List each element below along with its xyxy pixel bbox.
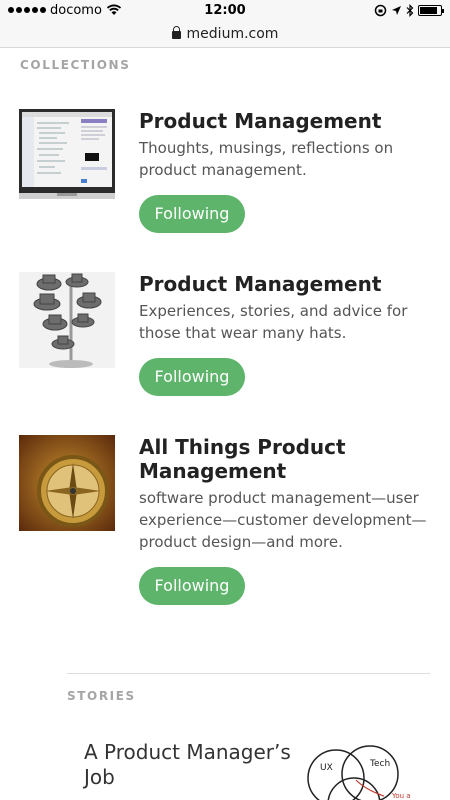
signal-strength-icon: [8, 7, 46, 13]
carrier-name: docomo: [50, 2, 102, 18]
following-button[interactable]: Following: [139, 195, 245, 233]
venn-label-tech: Tech: [369, 759, 390, 769]
wifi-icon: [106, 4, 122, 15]
bluetooth-icon: [406, 3, 414, 17]
collection-title[interactable]: All Things Product Management: [139, 435, 429, 483]
compass-image[interactable]: [19, 435, 115, 531]
laptop-screenshot-image[interactable]: [19, 109, 115, 205]
venn-diagram-image[interactable]: UX Tech You a: [306, 740, 416, 800]
stacked-hats-image[interactable]: [19, 272, 115, 368]
lock-icon: [171, 26, 181, 39]
clock: 12:00: [204, 2, 246, 18]
status-bar: docomo 12:00: [0, 0, 450, 20]
venn-label-ux: UX: [320, 763, 333, 773]
collection-description: Thoughts, musings, reflections on produc…: [139, 139, 394, 179]
rotation-lock-icon: [374, 4, 387, 16]
stories-heading: STORIES: [67, 689, 136, 703]
location-arrow-icon: [392, 5, 401, 15]
battery-icon: [418, 4, 444, 16]
section-divider: [67, 673, 430, 674]
url-text: medium.com: [186, 25, 279, 42]
story-title[interactable]: A Product Manager’s Job: [84, 740, 294, 790]
collection-description: software product management—user experie…: [139, 489, 427, 551]
following-button[interactable]: Following: [139, 358, 245, 396]
collections-heading: COLLECTIONS: [20, 58, 131, 72]
collection-title[interactable]: Product Management: [139, 109, 429, 133]
following-button[interactable]: Following: [139, 567, 245, 605]
collection-title[interactable]: Product Management: [139, 272, 429, 296]
address-bar[interactable]: medium.com: [0, 20, 450, 48]
collection-description: Experiences, stories, and advice for tho…: [139, 302, 408, 342]
venn-label-you: You a: [391, 792, 411, 800]
